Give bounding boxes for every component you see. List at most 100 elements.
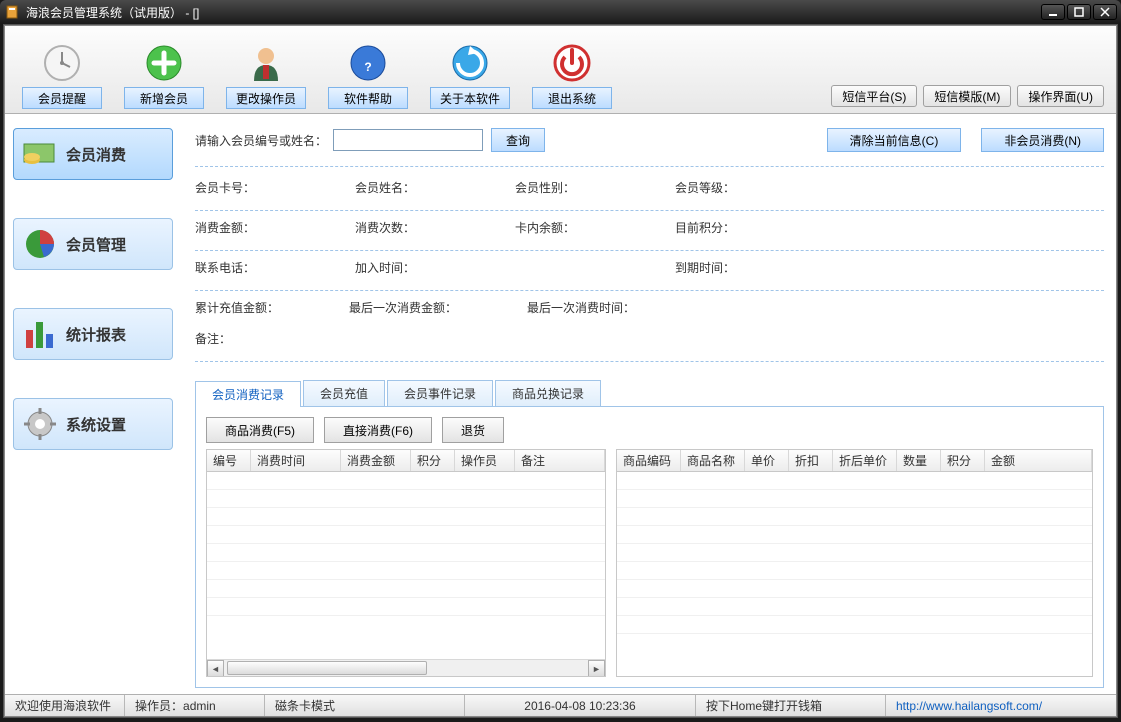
status-mode: 磁条卡模式: [265, 695, 465, 716]
tool-help[interactable]: ? 软件帮助: [323, 43, 413, 109]
user-icon: [246, 43, 286, 83]
query-button[interactable]: 查询: [491, 128, 545, 152]
status-welcome: 欢迎使用海浪软件: [5, 695, 125, 716]
sidebar-item-consume[interactable]: 会员消费: [13, 128, 173, 180]
tab-recharge[interactable]: 会员充值: [303, 380, 385, 406]
col-discount[interactable]: 折扣: [789, 450, 833, 471]
scroll-right-icon[interactable]: ►: [588, 660, 605, 677]
sidebar-item-settings[interactable]: 系统设置: [13, 398, 173, 450]
col-operator[interactable]: 操作员: [455, 450, 515, 471]
tab-consume-record[interactable]: 会员消费记录: [195, 381, 301, 407]
info-phone: 联系电话：: [195, 259, 255, 276]
info-level: 会员等级：: [675, 179, 735, 196]
info-join-time: 加入时间：: [355, 259, 415, 276]
sidebar-item-label: 会员消费: [66, 144, 126, 165]
tool-label[interactable]: 更改操作员: [226, 87, 306, 109]
col-time[interactable]: 消费时间: [251, 450, 341, 471]
tool-change-operator[interactable]: 更改操作员: [221, 43, 311, 109]
info-last-amount: 最后一次消费金额：: [349, 299, 457, 316]
help-icon: ?: [348, 43, 388, 83]
refresh-icon: [450, 43, 490, 83]
svg-text:?: ?: [364, 60, 371, 74]
info-card-no: 会员卡号：: [195, 179, 255, 196]
info-consume-count: 消费次数：: [355, 219, 415, 236]
col-id[interactable]: 编号: [207, 450, 251, 471]
tool-label[interactable]: 关于本软件: [430, 87, 510, 109]
tool-member-remind[interactable]: 会员提醒: [17, 43, 107, 109]
col-qty[interactable]: 数量: [897, 450, 941, 471]
info-name: 会员姓名：: [355, 179, 415, 196]
app-icon: [4, 4, 20, 20]
ui-layout-button[interactable]: 操作界面(U): [1017, 85, 1104, 107]
sms-platform-button[interactable]: 短信平台(S): [831, 85, 917, 107]
col-price[interactable]: 单价: [745, 450, 789, 471]
minimize-button[interactable]: [1041, 4, 1065, 20]
table-body[interactable]: [617, 472, 1092, 676]
tool-label[interactable]: 会员提醒: [22, 87, 102, 109]
product-table: 商品编码 商品名称 单价 折扣 折后单价 数量 积分 金额: [616, 449, 1093, 677]
sms-template-button[interactable]: 短信模版(M): [923, 85, 1011, 107]
horizontal-scrollbar[interactable]: ◄ ►: [207, 659, 605, 676]
scroll-thumb[interactable]: [227, 661, 427, 675]
window-title: 海浪会员管理系统（试用版） - []: [26, 4, 1041, 21]
tab-event-record[interactable]: 会员事件记录: [387, 380, 493, 406]
close-button[interactable]: [1093, 4, 1117, 20]
bars-icon: [22, 316, 58, 352]
product-consume-button[interactable]: 商品消费(F5): [206, 417, 314, 443]
return-button[interactable]: 退货: [442, 417, 504, 443]
info-gender: 会员性别：: [515, 179, 575, 196]
sidebar-item-report[interactable]: 统计报表: [13, 308, 173, 360]
status-operator: 操作员：admin: [125, 695, 265, 716]
col-total[interactable]: 金额: [985, 450, 1092, 471]
col-code[interactable]: 商品编码: [617, 450, 681, 471]
main-panel: 请输入会员编号或姓名： 查询 清除当前信息(C) 非会员消费(N) 会员卡号： …: [181, 114, 1116, 694]
info-last-time: 最后一次消费时间：: [527, 299, 635, 316]
tab-exchange-record[interactable]: 商品兑换记录: [495, 380, 601, 406]
info-balance: 卡内余额：: [515, 219, 575, 236]
tab-body: 商品消费(F5) 直接消费(F6) 退货 编号 消费时间 消费金额 积分 操作员…: [195, 407, 1104, 688]
col-points[interactable]: 积分: [411, 450, 455, 471]
col-points2[interactable]: 积分: [941, 450, 985, 471]
pie-icon: [22, 226, 58, 262]
power-icon: [552, 43, 592, 83]
tool-add-member[interactable]: 新增会员: [119, 43, 209, 109]
main-toolbar: 会员提醒 新增会员 更改操作员 ? 软件帮助 关于本软件 退出系统 短信平台(S…: [5, 26, 1116, 114]
info-consume-amount: 消费金额：: [195, 219, 255, 236]
info-total-recharge: 累计充值金额：: [195, 299, 279, 316]
tool-label[interactable]: 退出系统: [532, 87, 612, 109]
plus-icon: [144, 43, 184, 83]
direct-consume-button[interactable]: 直接消费(F6): [324, 417, 432, 443]
col-disc-price[interactable]: 折后单价: [833, 450, 897, 471]
sidebar-item-label: 会员管理: [66, 234, 126, 255]
tool-about[interactable]: 关于本软件: [425, 43, 515, 109]
info-remark: 备注：: [195, 330, 231, 347]
money-icon: [22, 136, 58, 172]
tool-label[interactable]: 新增会员: [124, 87, 204, 109]
status-url[interactable]: http://www.hailangsoft.com/: [886, 695, 1116, 716]
maximize-button[interactable]: [1067, 4, 1091, 20]
search-label: 请输入会员编号或姓名：: [195, 132, 327, 149]
sidebar-item-manage[interactable]: 会员管理: [13, 218, 173, 270]
info-points: 目前积分：: [675, 219, 735, 236]
sidebar-item-label: 统计报表: [66, 324, 126, 345]
col-amount[interactable]: 消费金额: [341, 450, 411, 471]
search-input[interactable]: [333, 129, 483, 151]
col-remark[interactable]: 备注: [515, 450, 605, 471]
status-datetime: 2016-04-08 10:23:36: [465, 695, 696, 716]
info-expire-time: 到期时间：: [675, 259, 735, 276]
sidebar: 会员消费 会员管理 统计报表 系统设置: [5, 114, 181, 694]
status-hint: 按下Home键打开钱箱: [696, 695, 886, 716]
sidebar-item-label: 系统设置: [66, 414, 126, 435]
table-body[interactable]: [207, 472, 605, 659]
scroll-left-icon[interactable]: ◄: [207, 660, 224, 677]
member-info-grid: 会员卡号： 会员姓名： 会员性别： 会员等级： 消费金额： 消费次数： 卡内余额…: [195, 175, 1104, 374]
titlebar: 海浪会员管理系统（试用版） - []: [0, 0, 1121, 24]
clear-info-button[interactable]: 清除当前信息(C): [827, 128, 962, 152]
tab-strip: 会员消费记录 会员充值 会员事件记录 商品兑换记录: [195, 380, 1104, 407]
gear-icon: [22, 406, 58, 442]
tool-label[interactable]: 软件帮助: [328, 87, 408, 109]
clock-icon: [42, 43, 82, 83]
nonmember-consume-button[interactable]: 非会员消费(N): [981, 128, 1104, 152]
col-name[interactable]: 商品名称: [681, 450, 745, 471]
tool-exit[interactable]: 退出系统: [527, 43, 617, 109]
